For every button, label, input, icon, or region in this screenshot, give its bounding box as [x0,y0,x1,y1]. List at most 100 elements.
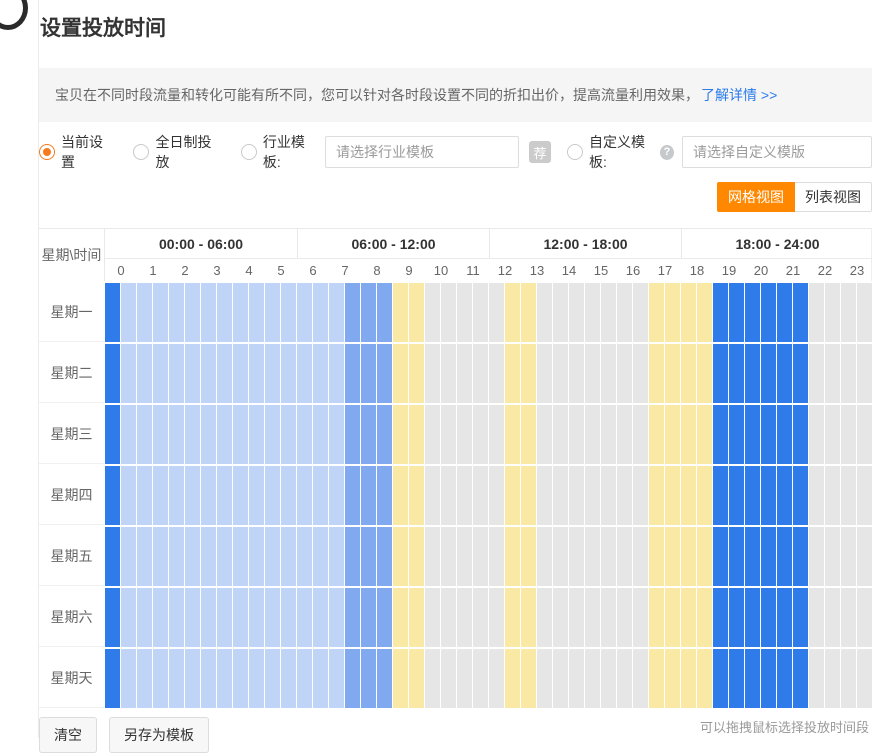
schedule-cell[interactable] [233,283,248,342]
schedule-cell[interactable] [745,344,760,403]
schedule-cell[interactable] [473,466,488,525]
schedule-cell[interactable] [761,649,776,708]
schedule-cell[interactable] [153,466,168,525]
schedule-cell[interactable] [281,649,296,708]
schedule-cell[interactable] [697,344,712,403]
schedule-cell[interactable] [473,405,488,464]
schedule-cell[interactable] [633,527,648,586]
schedule-cell[interactable] [377,405,392,464]
schedule-cell[interactable] [153,283,168,342]
schedule-cell[interactable] [601,466,616,525]
schedule-cell[interactable] [809,283,824,342]
schedule-cell[interactable] [345,466,360,525]
schedule-cell[interactable] [457,527,472,586]
schedule-cell[interactable] [537,649,552,708]
schedule-cell[interactable] [585,527,600,586]
schedule-cell[interactable] [713,466,728,525]
schedule-cell[interactable] [185,588,200,647]
schedule-cell[interactable] [601,649,616,708]
schedule-cell[interactable] [489,283,504,342]
schedule-cell[interactable] [809,649,824,708]
schedule-cell[interactable] [169,588,184,647]
radio-custom-template[interactable]: 自定义模板: [567,132,656,172]
schedule-cell[interactable] [537,405,552,464]
schedule-cell[interactable] [537,527,552,586]
schedule-cell[interactable] [169,344,184,403]
schedule-cell[interactable] [569,344,584,403]
radio-fulltime[interactable]: 全日制投放 [133,132,218,172]
schedule-cell[interactable] [793,466,808,525]
schedule-cell[interactable] [425,649,440,708]
schedule-cell[interactable] [553,527,568,586]
schedule-cell[interactable] [185,344,200,403]
schedule-cell[interactable] [121,466,136,525]
schedule-cell[interactable] [185,649,200,708]
schedule-cell[interactable] [713,649,728,708]
schedule-cell[interactable] [313,405,328,464]
schedule-cell[interactable] [345,527,360,586]
schedule-cell[interactable] [217,466,232,525]
radio-current-settings[interactable]: 当前设置 [39,132,111,172]
schedule-cell[interactable] [409,344,424,403]
schedule-cell[interactable] [601,405,616,464]
schedule-cell[interactable] [601,344,616,403]
schedule-cell[interactable] [649,588,664,647]
schedule-cell[interactable] [105,405,120,464]
schedule-cell[interactable] [409,405,424,464]
schedule-cell[interactable] [809,588,824,647]
schedule-cell[interactable] [633,405,648,464]
schedule-cell[interactable] [249,588,264,647]
schedule-cell[interactable] [233,405,248,464]
schedule-cell[interactable] [729,588,744,647]
schedule-cell[interactable] [521,649,536,708]
schedule-cell[interactable] [281,344,296,403]
schedule-cell[interactable] [665,649,680,708]
schedule-cell[interactable] [489,344,504,403]
schedule-cell[interactable] [153,527,168,586]
schedule-cell[interactable] [697,283,712,342]
schedule-cell[interactable] [121,588,136,647]
schedule-cell[interactable] [329,527,344,586]
schedule-cell[interactable] [249,527,264,586]
schedule-cell[interactable] [441,283,456,342]
schedule-cell[interactable] [441,344,456,403]
schedule-cell[interactable] [137,344,152,403]
schedule-cell[interactable] [841,649,856,708]
schedule-cell[interactable] [505,405,520,464]
schedule-cell[interactable] [585,588,600,647]
schedule-cell[interactable] [713,527,728,586]
schedule-cell[interactable] [265,283,280,342]
schedule-cell[interactable] [361,405,376,464]
schedule-cell[interactable] [345,649,360,708]
schedule-cell[interactable] [249,466,264,525]
schedule-cell[interactable] [201,588,216,647]
schedule-cell[interactable] [361,588,376,647]
schedule-cell[interactable] [473,344,488,403]
schedule-cell[interactable] [105,466,120,525]
schedule-cell[interactable] [297,405,312,464]
schedule-cell[interactable] [313,283,328,342]
schedule-cell[interactable] [809,405,824,464]
schedule-cell[interactable] [777,527,792,586]
schedule-cell[interactable] [841,588,856,647]
schedule-cell[interactable] [393,283,408,342]
schedule-cell[interactable] [793,405,808,464]
schedule-cell[interactable] [505,344,520,403]
schedule-cell[interactable] [649,527,664,586]
radio-industry-template[interactable]: 行业模板: [241,132,317,172]
schedule-cell[interactable] [409,466,424,525]
schedule-cell[interactable] [329,344,344,403]
schedule-cell[interactable] [153,344,168,403]
schedule-cell[interactable] [393,344,408,403]
schedule-cell[interactable] [713,344,728,403]
schedule-cell[interactable] [281,588,296,647]
schedule-cell[interactable] [329,405,344,464]
schedule-cell[interactable] [665,527,680,586]
schedule-cell[interactable] [537,283,552,342]
schedule-cell[interactable] [825,466,840,525]
schedule-cell[interactable] [617,527,632,586]
schedule-cell[interactable] [665,466,680,525]
schedule-cell[interactable] [233,466,248,525]
schedule-cell[interactable] [137,283,152,342]
schedule-cell[interactable] [505,588,520,647]
